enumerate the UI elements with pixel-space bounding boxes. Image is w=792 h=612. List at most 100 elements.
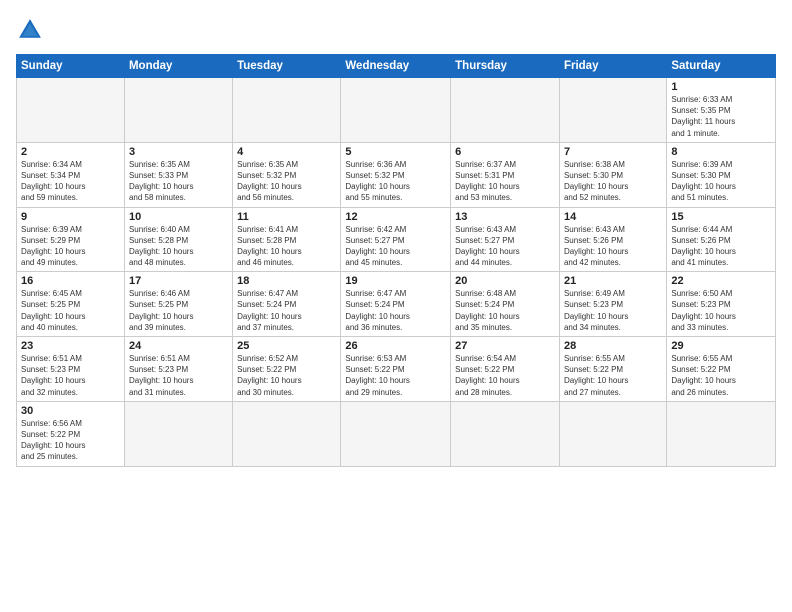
day-info: Sunrise: 6:49 AMSunset: 5:23 PMDaylight:… [564, 288, 662, 333]
calendar-cell: 25Sunrise: 6:52 AMSunset: 5:22 PMDayligh… [233, 337, 341, 402]
calendar-cell [233, 78, 341, 143]
day-info: Sunrise: 6:43 AMSunset: 5:27 PMDaylight:… [455, 224, 555, 269]
weekday-header-thursday: Thursday [451, 55, 560, 78]
day-number: 1 [671, 81, 771, 93]
calendar-cell: 7Sunrise: 6:38 AMSunset: 5:30 PMDaylight… [559, 142, 666, 207]
day-info: Sunrise: 6:50 AMSunset: 5:23 PMDaylight:… [671, 288, 771, 333]
day-info: Sunrise: 6:54 AMSunset: 5:22 PMDaylight:… [455, 353, 555, 398]
calendar-cell: 17Sunrise: 6:46 AMSunset: 5:25 PMDayligh… [124, 272, 232, 337]
day-info: Sunrise: 6:39 AMSunset: 5:30 PMDaylight:… [671, 159, 771, 204]
week-row-5: 30Sunrise: 6:56 AMSunset: 5:22 PMDayligh… [17, 401, 776, 466]
logo [16, 16, 48, 44]
day-info: Sunrise: 6:45 AMSunset: 5:25 PMDaylight:… [21, 288, 120, 333]
day-info: Sunrise: 6:48 AMSunset: 5:24 PMDaylight:… [455, 288, 555, 333]
calendar-cell [667, 401, 776, 466]
calendar-cell: 1Sunrise: 6:33 AMSunset: 5:35 PMDaylight… [667, 78, 776, 143]
day-info: Sunrise: 6:35 AMSunset: 5:33 PMDaylight:… [129, 159, 228, 204]
calendar-cell [451, 78, 560, 143]
day-number: 8 [671, 146, 771, 158]
calendar-cell: 8Sunrise: 6:39 AMSunset: 5:30 PMDaylight… [667, 142, 776, 207]
calendar-cell [559, 78, 666, 143]
weekday-header-row: SundayMondayTuesdayWednesdayThursdayFrid… [17, 55, 776, 78]
day-number: 29 [671, 340, 771, 352]
day-number: 30 [21, 405, 120, 417]
calendar-cell: 11Sunrise: 6:41 AMSunset: 5:28 PMDayligh… [233, 207, 341, 272]
day-number: 28 [564, 340, 662, 352]
day-number: 10 [129, 211, 228, 223]
day-number: 22 [671, 275, 771, 287]
week-row-4: 23Sunrise: 6:51 AMSunset: 5:23 PMDayligh… [17, 337, 776, 402]
calendar-cell: 24Sunrise: 6:51 AMSunset: 5:23 PMDayligh… [124, 337, 232, 402]
calendar-cell: 12Sunrise: 6:42 AMSunset: 5:27 PMDayligh… [341, 207, 451, 272]
weekday-header-saturday: Saturday [667, 55, 776, 78]
calendar-cell: 23Sunrise: 6:51 AMSunset: 5:23 PMDayligh… [17, 337, 125, 402]
calendar-cell: 6Sunrise: 6:37 AMSunset: 5:31 PMDaylight… [451, 142, 560, 207]
day-number: 23 [21, 340, 120, 352]
day-number: 5 [345, 146, 446, 158]
day-number: 21 [564, 275, 662, 287]
calendar-cell: 16Sunrise: 6:45 AMSunset: 5:25 PMDayligh… [17, 272, 125, 337]
calendar-cell: 20Sunrise: 6:48 AMSunset: 5:24 PMDayligh… [451, 272, 560, 337]
day-number: 9 [21, 211, 120, 223]
day-info: Sunrise: 6:38 AMSunset: 5:30 PMDaylight:… [564, 159, 662, 204]
day-info: Sunrise: 6:47 AMSunset: 5:24 PMDaylight:… [237, 288, 336, 333]
day-info: Sunrise: 6:34 AMSunset: 5:34 PMDaylight:… [21, 159, 120, 204]
calendar: SundayMondayTuesdayWednesdayThursdayFrid… [16, 54, 776, 467]
day-number: 15 [671, 211, 771, 223]
calendar-cell: 28Sunrise: 6:55 AMSunset: 5:22 PMDayligh… [559, 337, 666, 402]
day-info: Sunrise: 6:37 AMSunset: 5:31 PMDaylight:… [455, 159, 555, 204]
day-number: 16 [21, 275, 120, 287]
day-number: 11 [237, 211, 336, 223]
day-number: 27 [455, 340, 555, 352]
calendar-cell [233, 401, 341, 466]
day-number: 6 [455, 146, 555, 158]
day-info: Sunrise: 6:47 AMSunset: 5:24 PMDaylight:… [345, 288, 446, 333]
logo-icon [16, 16, 44, 44]
week-row-0: 1Sunrise: 6:33 AMSunset: 5:35 PMDaylight… [17, 78, 776, 143]
calendar-cell [559, 401, 666, 466]
day-info: Sunrise: 6:51 AMSunset: 5:23 PMDaylight:… [129, 353, 228, 398]
calendar-cell: 2Sunrise: 6:34 AMSunset: 5:34 PMDaylight… [17, 142, 125, 207]
calendar-cell: 22Sunrise: 6:50 AMSunset: 5:23 PMDayligh… [667, 272, 776, 337]
day-info: Sunrise: 6:33 AMSunset: 5:35 PMDaylight:… [671, 94, 771, 139]
day-info: Sunrise: 6:51 AMSunset: 5:23 PMDaylight:… [21, 353, 120, 398]
page: SundayMondayTuesdayWednesdayThursdayFrid… [0, 0, 792, 612]
day-info: Sunrise: 6:46 AMSunset: 5:25 PMDaylight:… [129, 288, 228, 333]
calendar-cell: 18Sunrise: 6:47 AMSunset: 5:24 PMDayligh… [233, 272, 341, 337]
day-info: Sunrise: 6:52 AMSunset: 5:22 PMDaylight:… [237, 353, 336, 398]
day-number: 26 [345, 340, 446, 352]
calendar-cell: 15Sunrise: 6:44 AMSunset: 5:26 PMDayligh… [667, 207, 776, 272]
calendar-cell [124, 78, 232, 143]
day-info: Sunrise: 6:55 AMSunset: 5:22 PMDaylight:… [671, 353, 771, 398]
day-number: 19 [345, 275, 446, 287]
week-row-3: 16Sunrise: 6:45 AMSunset: 5:25 PMDayligh… [17, 272, 776, 337]
day-info: Sunrise: 6:41 AMSunset: 5:28 PMDaylight:… [237, 224, 336, 269]
day-number: 4 [237, 146, 336, 158]
weekday-header-friday: Friday [559, 55, 666, 78]
calendar-cell: 9Sunrise: 6:39 AMSunset: 5:29 PMDaylight… [17, 207, 125, 272]
day-number: 25 [237, 340, 336, 352]
header [16, 16, 776, 44]
week-row-1: 2Sunrise: 6:34 AMSunset: 5:34 PMDaylight… [17, 142, 776, 207]
calendar-cell: 21Sunrise: 6:49 AMSunset: 5:23 PMDayligh… [559, 272, 666, 337]
day-info: Sunrise: 6:35 AMSunset: 5:32 PMDaylight:… [237, 159, 336, 204]
day-info: Sunrise: 6:53 AMSunset: 5:22 PMDaylight:… [345, 353, 446, 398]
calendar-cell: 27Sunrise: 6:54 AMSunset: 5:22 PMDayligh… [451, 337, 560, 402]
calendar-cell: 14Sunrise: 6:43 AMSunset: 5:26 PMDayligh… [559, 207, 666, 272]
day-info: Sunrise: 6:36 AMSunset: 5:32 PMDaylight:… [345, 159, 446, 204]
calendar-cell [17, 78, 125, 143]
day-number: 13 [455, 211, 555, 223]
day-number: 17 [129, 275, 228, 287]
day-info: Sunrise: 6:40 AMSunset: 5:28 PMDaylight:… [129, 224, 228, 269]
weekday-header-wednesday: Wednesday [341, 55, 451, 78]
day-info: Sunrise: 6:42 AMSunset: 5:27 PMDaylight:… [345, 224, 446, 269]
day-info: Sunrise: 6:39 AMSunset: 5:29 PMDaylight:… [21, 224, 120, 269]
calendar-cell: 19Sunrise: 6:47 AMSunset: 5:24 PMDayligh… [341, 272, 451, 337]
day-info: Sunrise: 6:55 AMSunset: 5:22 PMDaylight:… [564, 353, 662, 398]
day-number: 3 [129, 146, 228, 158]
weekday-header-sunday: Sunday [17, 55, 125, 78]
calendar-cell [341, 401, 451, 466]
day-number: 14 [564, 211, 662, 223]
day-number: 12 [345, 211, 446, 223]
calendar-cell [341, 78, 451, 143]
